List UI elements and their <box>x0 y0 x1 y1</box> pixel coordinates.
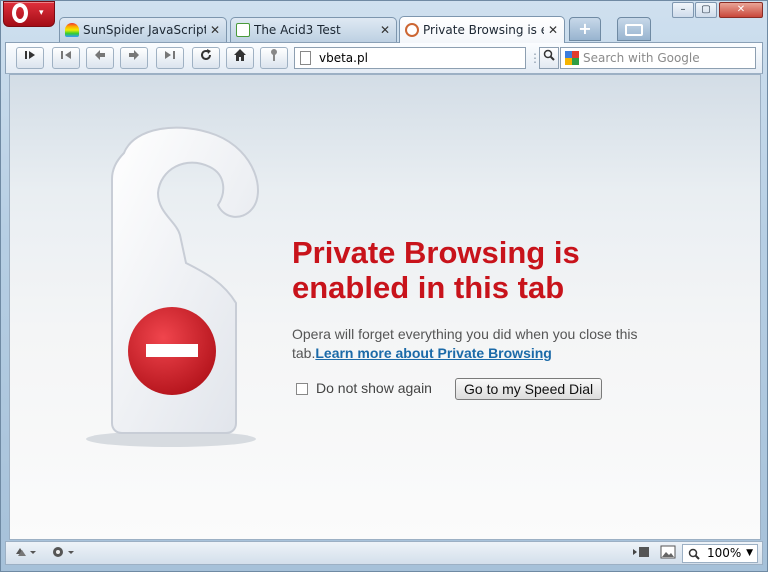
address-bar[interactable]: vbeta.pl <box>294 47 526 69</box>
tab-title: The Acid3 Test <box>254 23 341 37</box>
minimize-button[interactable]: – <box>672 2 694 18</box>
document-icon <box>236 23 250 37</box>
door-hanger-icon <box>86 126 259 447</box>
close-window-button[interactable]: ✕ <box>719 2 763 18</box>
back-arrow-icon <box>95 50 105 60</box>
home-icon <box>234 49 246 61</box>
closed-tabs-button[interactable] <box>617 17 651 41</box>
panel-toggle-icon <box>25 51 35 59</box>
turbo-menu-button[interactable] <box>52 545 76 563</box>
tab-sunspider[interactable]: SunSpider JavaScript ... ✕ <box>59 17 227 42</box>
zoom-control[interactable]: 100% ▼ <box>682 544 758 563</box>
back-button[interactable] <box>86 47 114 69</box>
image-toggle-button[interactable] <box>660 545 676 563</box>
key-icon <box>271 49 277 61</box>
search-placeholder: Search with Google <box>583 51 700 65</box>
trash-icon <box>625 24 643 36</box>
home-button[interactable] <box>226 47 254 69</box>
panel-button[interactable] <box>632 545 650 563</box>
rewind-icon <box>61 51 71 59</box>
page-icon <box>300 51 311 65</box>
speed-dial-button[interactable]: Go to my Speed Dial <box>455 378 603 400</box>
fast-forward-button[interactable] <box>156 47 184 69</box>
maximize-button[interactable]: ▢ <box>695 2 717 18</box>
private-browsing-icon <box>405 23 419 37</box>
close-tab-icon[interactable]: ✕ <box>548 23 558 37</box>
do-not-show-checkbox[interactable] <box>296 383 308 395</box>
rainbow-icon <box>65 23 79 37</box>
page-title: Private Browsing is enabled in this tab <box>292 235 580 305</box>
do-not-show-label: Do not show again <box>316 380 432 396</box>
address-text: vbeta.pl <box>319 51 368 65</box>
navigation-toolbar: vbeta.pl ⋮ Search with Google <box>5 42 763 74</box>
chevron-down-icon[interactable]: ▼ <box>746 545 753 562</box>
panel-toggle-button[interactable] <box>16 47 44 69</box>
forward-arrow-icon <box>129 50 139 60</box>
sync-menu-button[interactable] <box>14 545 36 563</box>
learn-more-link[interactable]: Learn more about Private Browsing <box>315 345 552 361</box>
status-bar: 100% ▼ <box>5 541 763 565</box>
rewind-button[interactable] <box>52 47 80 69</box>
google-icon <box>565 51 579 65</box>
sync-icon <box>16 548 36 556</box>
image-icon <box>660 545 676 559</box>
zoom-icon <box>688 548 700 560</box>
tab-title: Private Browsing is e... <box>423 23 544 37</box>
wand-button[interactable] <box>260 47 288 69</box>
reload-icon <box>201 49 211 60</box>
forward-button[interactable] <box>120 47 148 69</box>
turbo-icon <box>53 547 74 557</box>
chevron-down-icon: ▾ <box>39 8 44 18</box>
close-tab-icon[interactable]: ✕ <box>210 23 220 37</box>
search-engine-button[interactable] <box>539 47 559 69</box>
fast-forward-icon <box>165 51 175 59</box>
tab-title: SunSpider JavaScript ... <box>83 23 206 37</box>
new-tab-button[interactable]: + <box>569 17 601 41</box>
magnifier-icon <box>543 49 555 61</box>
reload-button[interactable] <box>192 47 220 69</box>
tab-private-browsing[interactable]: Private Browsing is e... ✕ <box>399 16 565 43</box>
close-tab-icon[interactable]: ✕ <box>380 23 390 37</box>
opera-menu-button[interactable]: ▾ <box>3 1 55 27</box>
page-description: Opera will forget everything you did whe… <box>292 325 672 363</box>
browser-window: ▾ – ▢ ✕ SunSpider JavaScript ... ✕ The A… <box>0 0 768 572</box>
opera-logo-icon <box>12 3 28 23</box>
panel-icon <box>633 547 649 557</box>
zoom-value: 100% <box>707 546 742 560</box>
tab-acid3[interactable]: The Acid3 Test ✕ <box>230 17 397 42</box>
search-input[interactable]: Search with Google <box>560 47 756 69</box>
private-browsing-page: Private Browsing is enabled in this tab … <box>9 74 761 540</box>
